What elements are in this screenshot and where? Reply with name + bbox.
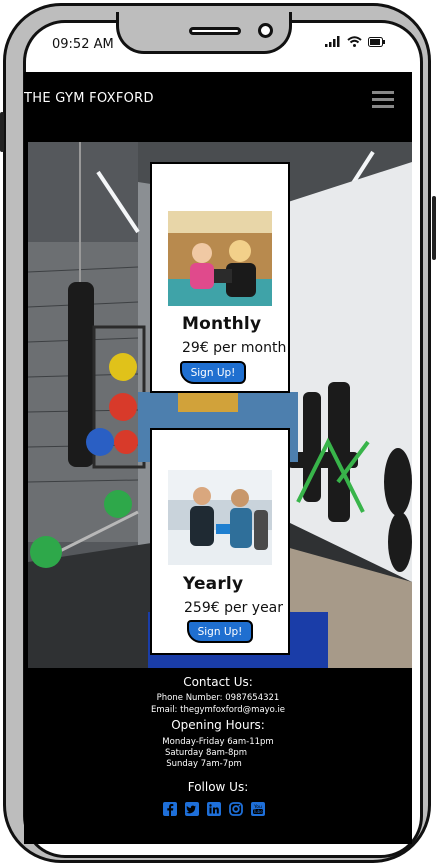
monthly-plan-photo: [168, 211, 272, 306]
footer: Contact Us: Phone Number: 0987654321 Ema…: [24, 670, 412, 844]
monthly-plan-title: Monthly: [182, 314, 262, 334]
navbar: THE GYM FOXFORD: [24, 72, 412, 140]
yearly-plan-photo: [168, 470, 272, 565]
battery-icon: [368, 36, 385, 47]
front-camera: [258, 23, 273, 38]
yearly-plan-price: 259€ per year: [184, 600, 284, 616]
hamburger-menu-icon[interactable]: [372, 91, 394, 109]
monthly-signup-button[interactable]: Sign Up!: [180, 361, 246, 384]
social-links: You Tube: [163, 802, 265, 816]
yearly-plan-title: Yearly: [183, 574, 244, 594]
power-button: [432, 196, 436, 260]
brand-logo-text[interactable]: THE GYM FOXFORD: [24, 91, 154, 106]
hero-background: Monthly 29€ per month Sign Up! Yearly 25…: [28, 142, 412, 668]
hours-sunday: Sunday 7am-7pm: [166, 759, 242, 769]
hours-saturday: Saturday 8am-8pm: [164, 748, 248, 758]
hours-weekdays: Monday-Friday 6am-11pm: [162, 737, 274, 747]
speaker-grille: [189, 27, 241, 35]
hours-heading: Opening Hours:: [171, 718, 265, 732]
svg-text:Tube: Tube: [252, 809, 263, 814]
status-icons: [325, 36, 385, 47]
contact-email: Email: thegymfoxford@mayo.ie: [150, 705, 286, 715]
youtube-icon[interactable]: You Tube: [251, 802, 265, 816]
plan-card-monthly: Monthly 29€ per month Sign Up!: [150, 162, 290, 393]
status-time: 09:52 AM: [52, 37, 114, 52]
linkedin-icon[interactable]: [207, 802, 221, 816]
app-screen: THE GYM FOXFORD Monthly 29€ per month Si…: [24, 72, 412, 844]
contact-heading: Contact Us:: [183, 675, 253, 689]
contact-phone: Phone Number: 0987654321: [156, 693, 280, 703]
signal-icon: [325, 36, 340, 47]
wifi-icon: [347, 36, 362, 47]
facebook-icon[interactable]: [163, 802, 177, 816]
follow-heading: Follow Us:: [187, 780, 249, 794]
monthly-plan-price: 29€ per month: [182, 340, 287, 356]
yearly-signup-button[interactable]: Sign Up!: [187, 620, 253, 643]
instagram-icon[interactable]: [229, 802, 243, 816]
twitter-icon[interactable]: [185, 802, 199, 816]
volume-button: [0, 112, 4, 152]
plan-card-yearly: Yearly 259€ per year Sign Up!: [150, 428, 290, 655]
